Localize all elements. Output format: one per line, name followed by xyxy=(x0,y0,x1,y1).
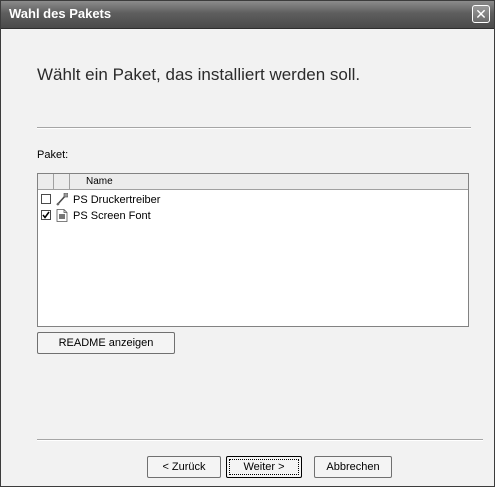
list-item[interactable]: PS Screen Font xyxy=(38,208,468,224)
footer-divider xyxy=(37,439,483,441)
next-button[interactable]: Weiter > xyxy=(226,456,302,478)
name-column-header[interactable]: Name xyxy=(86,176,113,187)
package-checkbox-checked[interactable] xyxy=(41,210,51,220)
package-name: PS Druckertreiber xyxy=(73,194,161,206)
package-checkbox[interactable] xyxy=(41,194,51,204)
list-item[interactable]: PS Druckertreiber xyxy=(38,192,468,208)
cancel-button[interactable]: Abbrechen xyxy=(314,456,392,478)
readme-button[interactable]: README anzeigen xyxy=(37,332,175,354)
package-name: PS Screen Font xyxy=(73,210,151,222)
close-button[interactable]: ✕ xyxy=(472,5,490,23)
icon-column-header xyxy=(54,174,70,189)
font-file-icon xyxy=(56,209,68,222)
title-bar[interactable]: Wahl des Pakets ✕ xyxy=(1,1,494,29)
header-divider xyxy=(37,127,471,129)
package-label: Paket: xyxy=(37,149,69,161)
list-header: Name xyxy=(38,174,468,190)
printer-driver-icon xyxy=(56,193,68,206)
checkmark-icon xyxy=(42,211,50,219)
package-list[interactable]: Name PS Druckertreiber PS Screen Font xyxy=(37,173,469,327)
checkbox-column-header xyxy=(38,174,54,189)
back-button[interactable]: < Zurück xyxy=(147,456,221,478)
page-heading: Wählt ein Paket, das installiert werden … xyxy=(37,65,361,84)
close-icon: ✕ xyxy=(475,6,487,22)
installer-dialog: Wahl des Pakets ✕ Wählt ein Paket, das i… xyxy=(0,0,495,487)
window-title: Wahl des Pakets xyxy=(9,6,112,21)
